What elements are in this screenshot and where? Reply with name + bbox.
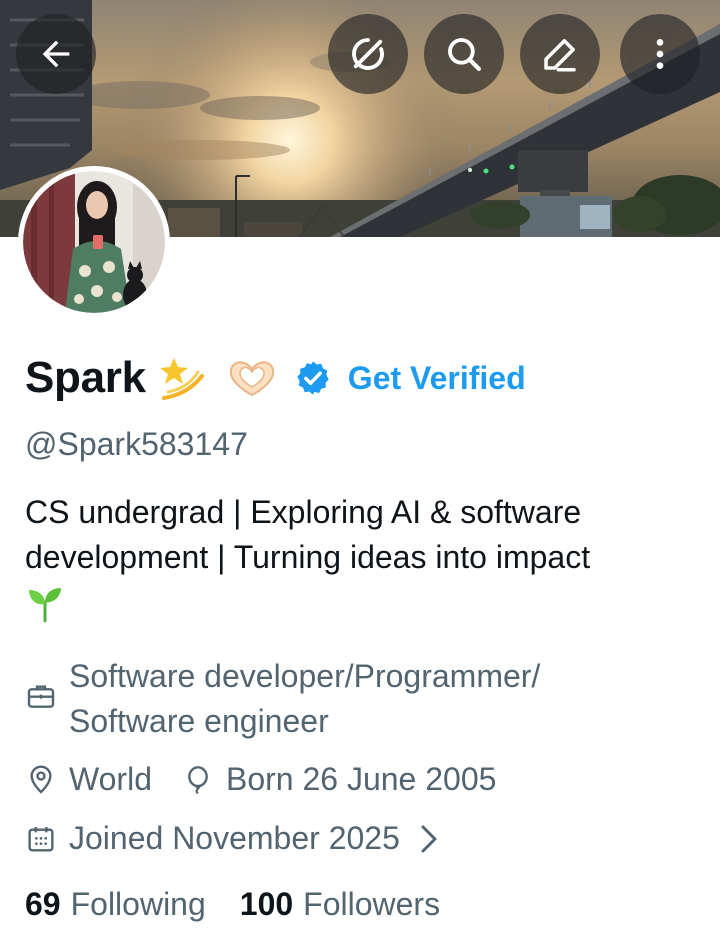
- dizzy-emoji: [158, 354, 212, 402]
- avatar-image: [23, 171, 165, 313]
- briefcase-icon: [27, 685, 55, 708]
- joined-text: Joined November 2025: [69, 820, 400, 856]
- followers-link[interactable]: 100 Followers: [240, 886, 440, 923]
- profile-handle: @Spark583147: [25, 426, 248, 462]
- avatar[interactable]: [18, 166, 170, 318]
- profession-line-2: Software engineer: [69, 703, 329, 739]
- follow-stats: 69 Following 100 Followers: [25, 886, 440, 923]
- profile-joined[interactable]: Joined November 2025: [25, 816, 440, 861]
- display-name: Spark: [25, 353, 146, 402]
- profile-location-birthday: World Born 26 June 2005: [25, 757, 496, 802]
- birthday-item: Born 26 June 2005: [182, 757, 496, 802]
- arrow-left-icon: [42, 40, 70, 68]
- edit-icon: [544, 39, 576, 72]
- edit-button[interactable]: [520, 14, 600, 94]
- bio-line-1: CS undergrad | Exploring AI & software: [25, 494, 582, 530]
- grok-icon: [352, 38, 384, 70]
- location-item: World: [25, 757, 152, 802]
- following-label: Following: [70, 886, 206, 922]
- heart-hands-emoji: [224, 355, 280, 401]
- search-button[interactable]: [424, 14, 504, 94]
- grok-button[interactable]: [328, 14, 408, 94]
- calendar-icon: [28, 826, 54, 852]
- more-vertical-icon: [656, 39, 664, 69]
- following-link[interactable]: 69 Following: [25, 886, 206, 923]
- search-icon: [448, 38, 481, 71]
- birthday-text: Born 26 June 2005: [225, 761, 497, 797]
- profile-profession: Software developer/Programmer/ Software …: [25, 654, 540, 744]
- following-count: 69: [25, 886, 61, 922]
- followers-label: Followers: [303, 886, 441, 922]
- chevron-right-icon: [421, 825, 437, 852]
- seedling-emoji: [25, 586, 695, 634]
- get-verified-link[interactable]: Get Verified: [348, 360, 526, 397]
- verified-badge-icon[interactable]: [294, 359, 332, 397]
- back-button[interactable]: [16, 14, 96, 94]
- profile-bio: CS undergrad | Exploring AI & software d…: [25, 490, 695, 634]
- location-text: World: [69, 761, 152, 797]
- bio-line-2: development | Turning ideas into impact: [25, 539, 591, 575]
- location-pin-icon: [30, 764, 52, 794]
- followers-count: 100: [239, 886, 294, 922]
- profession-line-1: Software developer/Programmer/: [69, 658, 541, 694]
- balloon-icon: [188, 765, 208, 794]
- profile-name-row: Spark Get Verified: [25, 350, 526, 406]
- more-options-button[interactable]: [620, 14, 700, 94]
